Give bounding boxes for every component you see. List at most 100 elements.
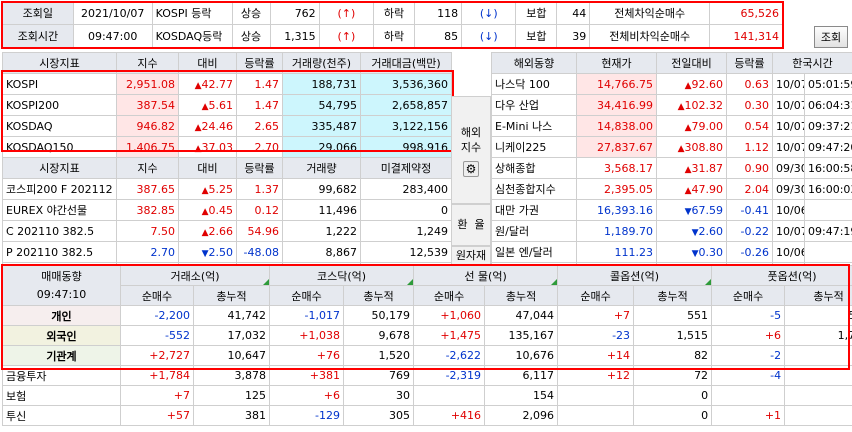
index-volume: 99,682 — [282, 178, 361, 200]
overseas-change: 31.87 — [691, 161, 724, 175]
overseas-change: 2.60 — [698, 224, 724, 238]
index-row[interactable]: KOSPI 2,951.08 42.77 1.47 188,731 3,536,… — [2, 73, 452, 95]
group-header-put[interactable]: 풋옵션(억) — [711, 265, 852, 286]
flat-count: 44 — [556, 1, 591, 25]
overseas-change: 79.00 — [691, 119, 724, 133]
col-header[interactable]: 대비 — [178, 157, 237, 179]
overseas-index-tab[interactable]: 해외 지수 ⚙ — [451, 96, 491, 204]
col-header[interactable]: 전일대비 — [656, 52, 727, 74]
index-row[interactable]: KOSDAQ 946.82 24.46 2.65 335,487 3,122,1… — [2, 115, 452, 137]
cumulative-value: 72 — [633, 365, 713, 386]
net-buy-value — [557, 385, 635, 406]
sub-header[interactable]: 총누적 — [784, 285, 852, 306]
down-arrow: (↓) — [461, 24, 517, 48]
commodity-tab[interactable]: 원자재 — [451, 246, 491, 266]
overseas-date: 09/30 — [772, 178, 805, 200]
net-buy-value: +12 — [557, 365, 635, 386]
col-header[interactable]: 해외동향 — [491, 52, 577, 74]
col-header[interactable]: 거래량(천주) — [282, 52, 361, 74]
cumulative-value: 0 — [633, 405, 713, 426]
col-header[interactable]: 한국시간 — [771, 52, 852, 74]
index-row[interactable]: KOSPI200 387.54 5.61 1.47 54,795 2,658,8… — [2, 94, 452, 116]
overseas-change: 47.90 — [691, 182, 724, 196]
group-header-call[interactable]: 콜옵션(억) — [557, 265, 713, 286]
investor-row[interactable]: 투신+57381-129305+4162,096 0+11 — [2, 405, 852, 426]
net-buy-value — [711, 385, 786, 406]
index-rate: -48.08 — [236, 241, 283, 263]
sub-header[interactable]: 순매수 — [269, 285, 345, 306]
index-change: 2.50 — [208, 245, 234, 259]
col-header[interactable]: 지수 — [116, 52, 179, 74]
investor-row[interactable]: 보험+7125+630 154 0 0 — [2, 385, 852, 406]
overseas-name: 나스닥 100 — [491, 73, 577, 95]
overseas-rate: 2.04 — [726, 178, 773, 200]
nonarb-label: 전체비차익순매수 — [589, 24, 711, 48]
cumulative-value: 1,520 — [343, 345, 415, 366]
sub-header[interactable]: 총누적 — [484, 285, 559, 306]
index-row[interactable]: 코스피200 F 202112 387.65 5.25 1.37 99,682 … — [2, 178, 452, 200]
fx-tab[interactable]: 환 율 — [451, 204, 491, 246]
group-header-kosdaq[interactable]: 코스닥(억) — [269, 265, 415, 286]
cumulative-value: 47,044 — [484, 305, 559, 326]
index-change: 24.46 — [201, 119, 234, 133]
overseas-date: 10/06 — [772, 241, 805, 263]
market-label: KOSPI 등락 — [151, 1, 233, 25]
overseas-row[interactable]: E-Mini 나스 14,838.00 79.00 0.54 10/07 09:… — [491, 115, 852, 137]
overseas-row[interactable]: 니케이225 27,837.67 308.80 1.12 10/07 09:47… — [491, 136, 852, 158]
investor-row[interactable]: 외국인 -552 17,032 +1,038 9,678 +1,475 135,167 -23… — [2, 325, 852, 346]
up-label: 상승 — [231, 1, 271, 25]
overseas-row[interactable]: 심천종합지수 2,395.05 47.90 2.04 09/30 16:00:0… — [491, 178, 852, 200]
index-row[interactable]: KOSDAQ150 1,406.75 37.03 2.70 29,066 998… — [2, 136, 452, 158]
col-header[interactable]: 등락률 — [726, 52, 773, 74]
overseas-row[interactable]: 일본 엔/달러 111.23 0.30 -0.26 10/06 — [491, 241, 852, 263]
index-value: 2.70 — [116, 241, 179, 263]
group-header-futures[interactable]: 선 물(억) — [413, 265, 559, 286]
sub-header[interactable]: 순매수 — [413, 285, 486, 306]
investor-row[interactable]: 기관계 +2,727 10,647 +76 1,520 -2,622 10,676 +14 82… — [2, 345, 852, 366]
col-header[interactable]: 현재가 — [576, 52, 657, 74]
col-header[interactable]: 대비 — [178, 52, 237, 74]
down-count: 85 — [413, 24, 463, 48]
overseas-name: 일본 엔/달러 — [491, 241, 577, 263]
col-header[interactable]: 등락률 — [236, 52, 283, 74]
query-day-value[interactable]: 2021/10/07 — [72, 1, 153, 25]
sub-header[interactable]: 순매수 — [711, 285, 786, 306]
net-buy-value: +6 — [711, 325, 786, 346]
overseas-time — [803, 199, 852, 221]
investor-row[interactable]: 금융투자 +1,784 3,878 +381 769 -2,319 6,117 +12 72 -4… — [2, 365, 852, 386]
overseas-row[interactable]: 상해종합 3,568.17 31.87 0.90 09/30 16:00:58 — [491, 157, 852, 179]
query-time-value[interactable]: 09:47:00 — [72, 24, 153, 48]
col-header[interactable]: 등락률 — [236, 157, 283, 179]
sub-header[interactable]: 순매수 — [557, 285, 635, 306]
net-buy-value: +1,784 — [120, 365, 194, 386]
overseas-price: 14,766.75 — [576, 73, 657, 95]
investor-row[interactable]: 개인 -2,200 41,742 -1,017 50,179 +1,060 47,044 +7… — [2, 305, 852, 326]
col-header[interactable]: 미결제약정 — [360, 157, 452, 179]
index-rate: 2.65 — [236, 115, 283, 137]
sub-header[interactable]: 총누적 — [633, 285, 713, 306]
overseas-row[interactable]: 대만 가권 16,393.16 67.59 -0.41 10/06 — [491, 199, 852, 221]
overseas-row[interactable]: 원/달러 1,189.70 2.60 -0.22 10/07 09:47:19 — [491, 220, 852, 242]
col-header[interactable]: 시장지표 — [2, 157, 117, 179]
query-button[interactable]: 조회 — [814, 26, 848, 48]
index-row[interactable]: P 202110 382.5 2.70 2.50 -48.08 8,867 12… — [2, 241, 452, 263]
overseas-change: 102.32 — [684, 98, 724, 112]
index-row[interactable]: EUREX 야간선물 382.85 0.45 0.12 11,496 0 — [2, 199, 452, 221]
sub-header[interactable]: 총누적 — [192, 285, 271, 306]
col-header[interactable]: 시장지표 — [2, 52, 117, 74]
sub-header[interactable]: 총누적 — [343, 285, 415, 306]
overseas-time: 09:37:21 — [803, 115, 852, 137]
cumulative-value: 10,647 — [192, 345, 271, 366]
overseas-row[interactable]: 다우 산업 34,416.99 102.32 0.30 10/07 06:04:… — [491, 94, 852, 116]
index-row[interactable]: C 202110 382.5 7.50 2.66 54.96 1,222 1,2… — [2, 220, 452, 242]
gear-icon[interactable]: ⚙ — [463, 161, 479, 177]
col-header[interactable]: 지수 — [116, 157, 179, 179]
col-header[interactable]: 거래대금(백만) — [360, 52, 452, 74]
col-header[interactable]: 거래량 — [282, 157, 361, 179]
group-header-kospi[interactable]: 거래소(억) — [119, 265, 271, 286]
up-arrow-icon — [202, 204, 209, 217]
overseas-row[interactable]: 나스닥 100 14,766.75 92.60 0.63 10/07 05:01… — [491, 73, 852, 95]
overseas-name: 원/달러 — [491, 220, 577, 242]
index-rate: 1.37 — [236, 178, 283, 200]
sub-header[interactable]: 순매수 — [120, 285, 194, 306]
